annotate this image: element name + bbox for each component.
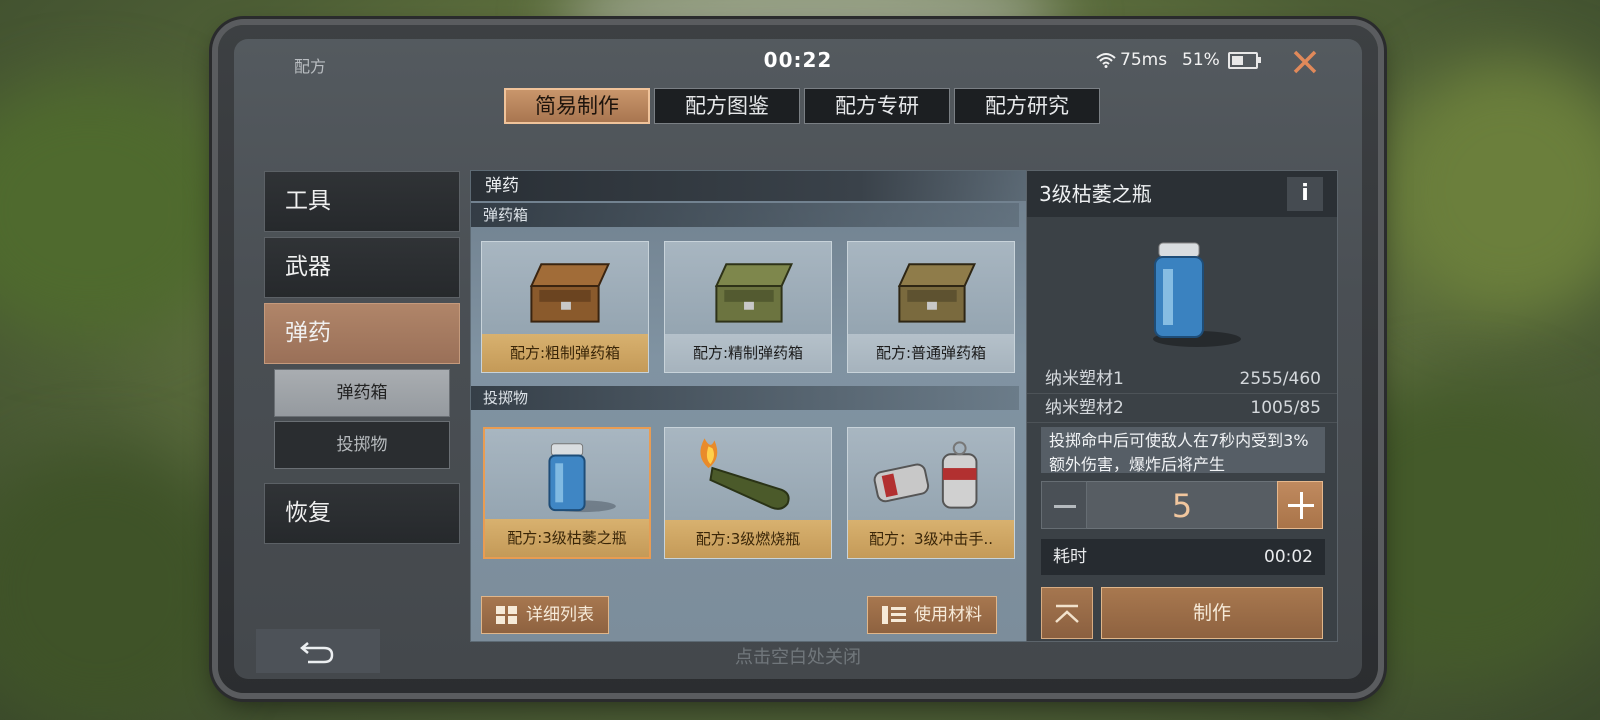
item-description: 投掷命中后可使敌人在7秒内受到3%额外伤害，爆炸后将产生 [1041, 427, 1325, 473]
sidebar-subitem-throwables[interactable]: 投掷物 [274, 421, 450, 469]
recipe-card-label: 配方:粗制弹药箱 [482, 334, 648, 372]
use-materials-button[interactable]: 使用材料 [867, 596, 997, 634]
recipe-card-molotov[interactable]: 配方:3级燃烧瓶 [664, 427, 832, 559]
ammo-box-icon [529, 263, 611, 323]
category-sidebar: 工具 武器 弹药 弹药箱 投掷物 恢复 [264, 171, 460, 549]
section-label-ammo-box: 弹药箱 [471, 203, 1019, 227]
bottle-icon [1153, 242, 1241, 347]
info-button[interactable]: i [1287, 177, 1323, 211]
decrease-button[interactable] [1041, 481, 1087, 529]
recipe-card-impact-grenade[interactable]: 配方：3级冲击手.. [847, 427, 1015, 559]
material-row: 纳米塑材2 1005/85 [1027, 394, 1337, 423]
material-amount: 2555/460 [1239, 369, 1321, 389]
detail-list-button[interactable]: 详细列表 [481, 596, 609, 634]
material-name: 纳米塑材1 [1045, 369, 1124, 389]
craft-time-value: 00:02 [1264, 547, 1313, 567]
wifi-icon [1096, 53, 1116, 68]
close-hint[interactable]: 点击空白处关闭 [234, 643, 1362, 669]
recipe-card-label: 配方:3级燃烧瓶 [665, 520, 831, 558]
recipe-card-label: 配方:3级枯萎之瓶 [485, 519, 649, 557]
recipe-card-normal-ammo-box[interactable]: 配方:普通弹药箱 [847, 241, 1015, 373]
molotov-icon [700, 438, 790, 510]
craft-button[interactable]: 制作 [1101, 587, 1323, 639]
material-name: 纳米塑材2 [1045, 398, 1124, 418]
recipe-card-label: 配方：3级冲击手.. [848, 520, 1014, 558]
recipe-card-crude-ammo-box[interactable]: 配方:粗制弹药箱 [481, 241, 649, 373]
status-bar: 配方 00:22 75ms 51% [234, 39, 1362, 83]
materials-list-icon [882, 606, 906, 624]
recipe-card-refined-ammo-box[interactable]: 配方:精制弹药箱 [664, 241, 832, 373]
ammo-box-icon [714, 263, 794, 323]
section-label-throwables: 投掷物 [471, 386, 1019, 410]
material-row: 纳米塑材1 2555/460 [1027, 365, 1337, 394]
panel-header: 弹药 [471, 171, 1027, 201]
close-button[interactable] [1286, 45, 1324, 79]
craft-time-label: 耗时 [1053, 547, 1087, 567]
tab-recipe-research[interactable]: 配方研究 [954, 88, 1100, 124]
detail-list-label: 详细列表 [526, 605, 594, 625]
battery-icon [1227, 51, 1261, 69]
quantity-value: 5 [1087, 481, 1277, 529]
sidebar-item-recovery[interactable]: 恢复 [264, 483, 460, 544]
bottle-icon [548, 443, 616, 513]
sidebar-item-weapons[interactable]: 武器 [264, 237, 460, 298]
sidebar-item-ammo[interactable]: 弹药 [264, 303, 460, 364]
recipe-detail-panel: 3级枯萎之瓶 i 纳米塑材1 2555/460 纳米塑材2 1005/85 投掷… [1026, 170, 1338, 642]
increase-button[interactable] [1277, 481, 1323, 529]
battery-percent: 51% [1182, 50, 1220, 70]
item-preview [1027, 217, 1337, 365]
craft-time-row: 耗时 00:02 [1041, 539, 1325, 575]
collapse-icon [1055, 604, 1079, 623]
close-icon [1293, 50, 1317, 74]
craft-actions: 制作 [1041, 587, 1323, 639]
recipe-card-label: 配方:精制弹药箱 [665, 334, 831, 372]
quantity-stepper: 5 [1041, 481, 1323, 529]
device-frame: 配方 00:22 75ms 51% 简易制作 配方图鉴 配方专研 配方研究 工具… [218, 25, 1378, 693]
ping-value: 75ms [1120, 50, 1168, 70]
grid-list-icon [496, 606, 517, 624]
collapse-button[interactable] [1041, 587, 1093, 639]
crafting-screen: 配方 00:22 75ms 51% 简易制作 配方图鉴 配方专研 配方研究 工具… [234, 39, 1362, 679]
detail-title-bar: 3级枯萎之瓶 i [1027, 171, 1337, 217]
recipe-list-panel: 弹药 弹药箱 配方:粗制弹药箱 配方:精制弹药箱 配方:普通弹药箱 投掷物 配方… [470, 170, 1028, 642]
grenade-icon [873, 441, 978, 509]
sidebar-subitem-ammo-box[interactable]: 弹药箱 [274, 369, 450, 417]
material-amount: 1005/85 [1250, 398, 1321, 418]
sidebar-item-tools[interactable]: 工具 [264, 171, 460, 232]
battery-status: 51% [1182, 50, 1261, 70]
tab-recipe-catalog[interactable]: 配方图鉴 [654, 88, 800, 124]
ammo-box-icon [897, 263, 977, 323]
recipe-card-wither-bottle[interactable]: 配方:3级枯萎之瓶 [483, 427, 651, 559]
top-tab-bar: 简易制作 配方图鉴 配方专研 配方研究 [504, 88, 1100, 124]
recipe-card-label: 配方:普通弹药箱 [848, 334, 1014, 372]
use-materials-label: 使用材料 [914, 605, 982, 625]
network-status: 75ms [1096, 50, 1167, 70]
tab-recipe-specialization[interactable]: 配方专研 [804, 88, 950, 124]
tab-simple-craft[interactable]: 简易制作 [504, 88, 650, 124]
detail-item-name: 3级枯萎之瓶 [1039, 182, 1152, 206]
